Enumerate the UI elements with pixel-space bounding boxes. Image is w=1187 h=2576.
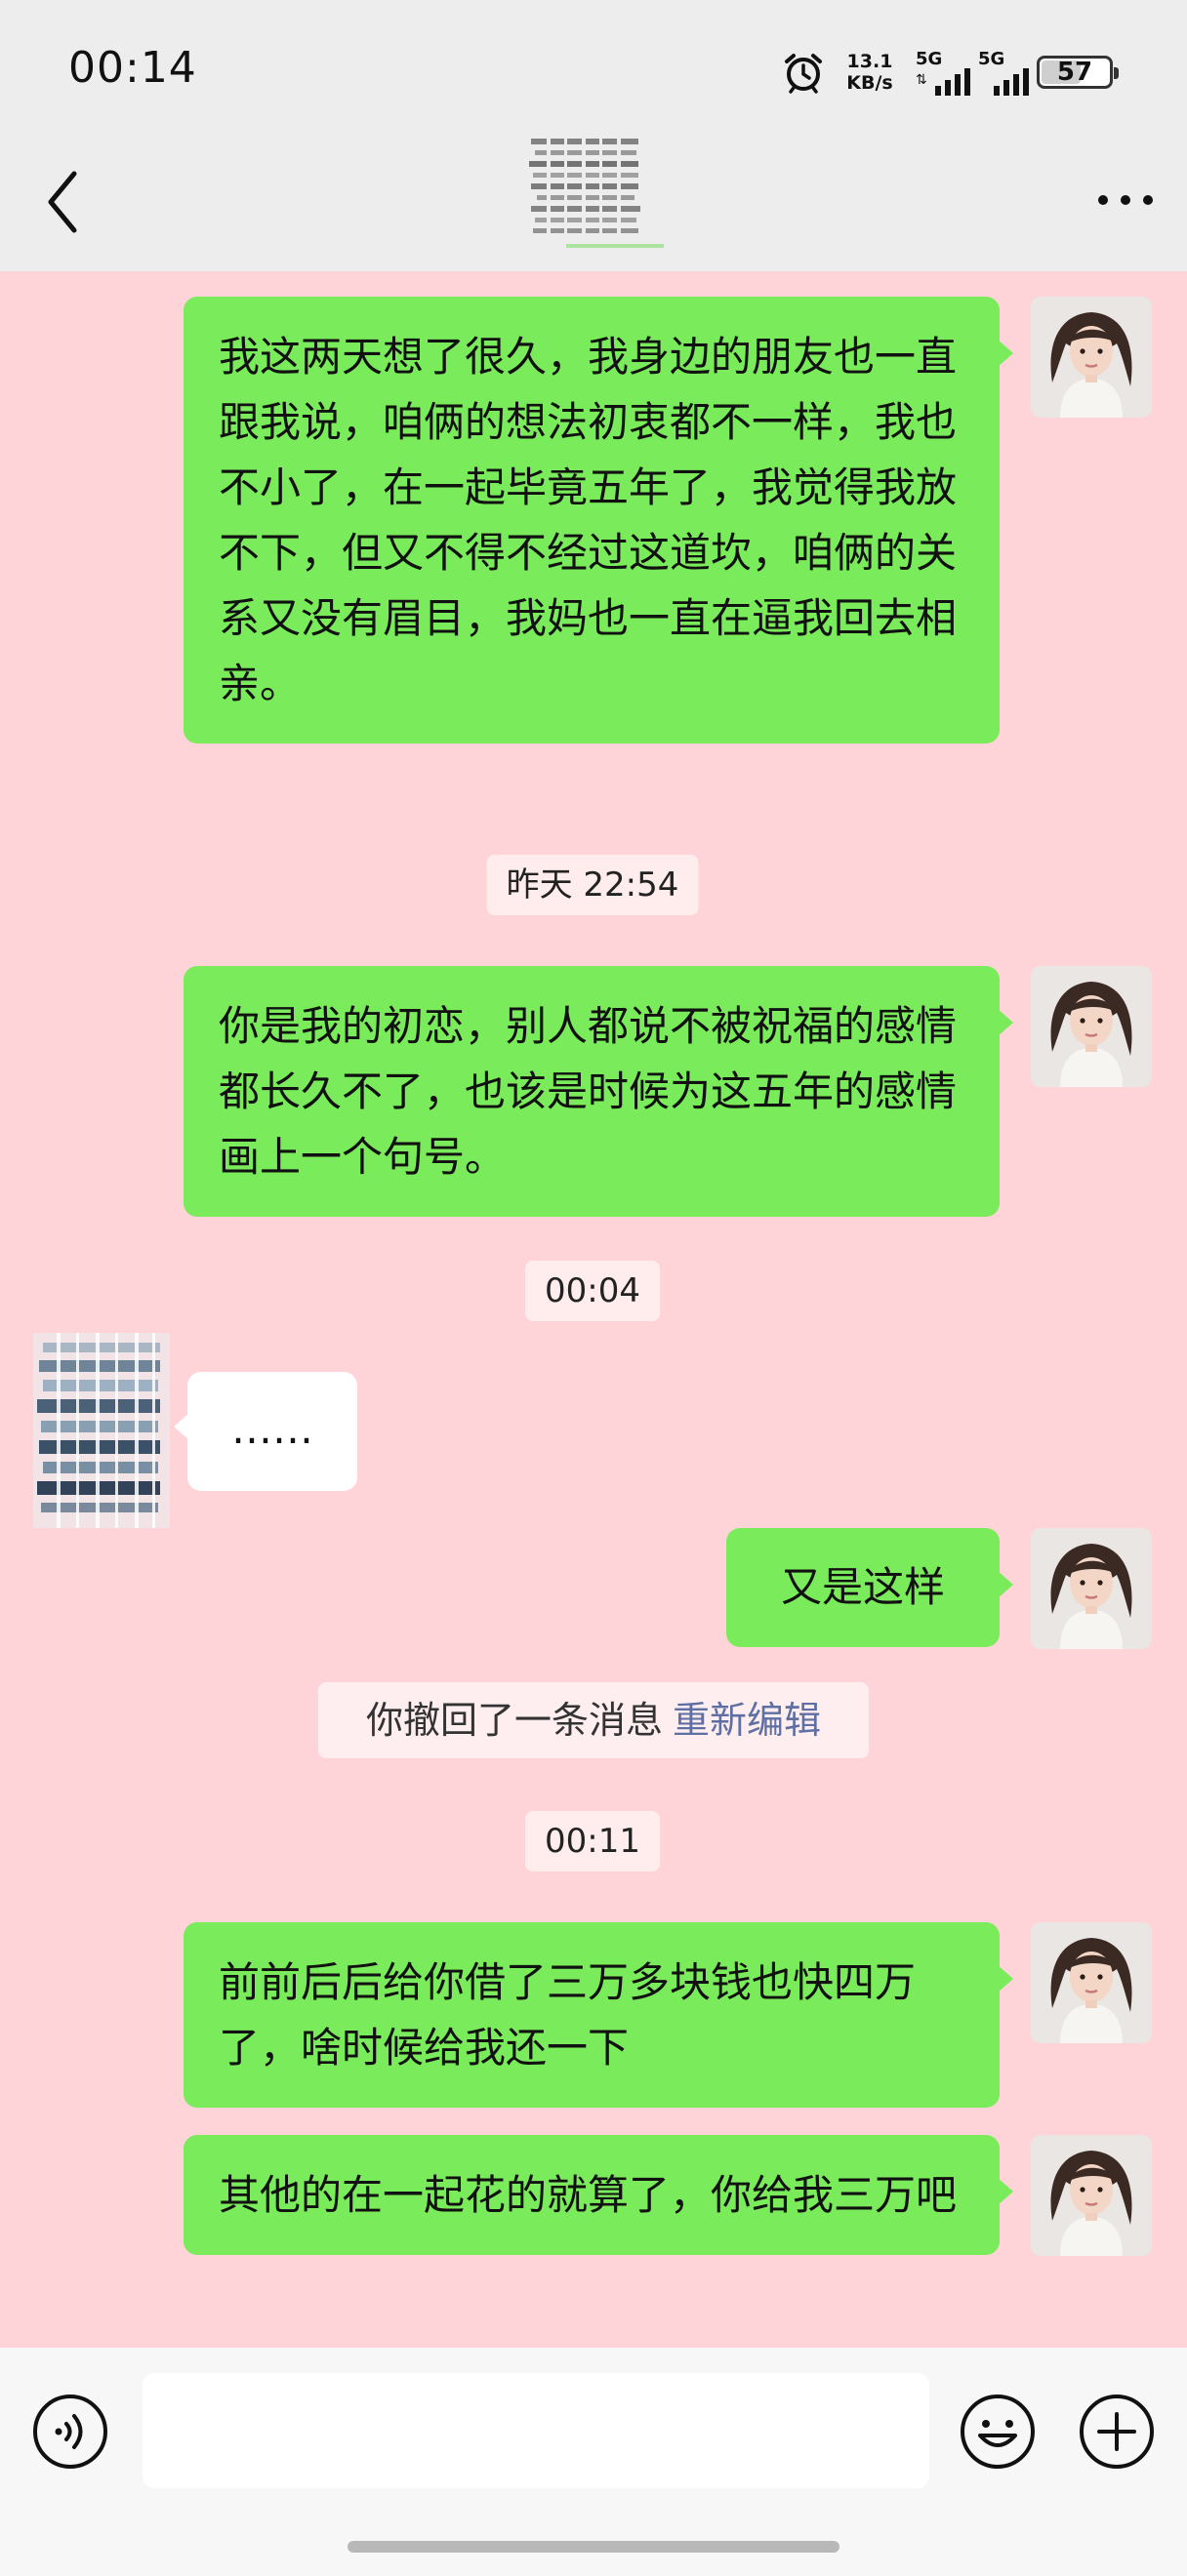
emoji-icon[interactable] (959, 2393, 1037, 2471)
avatar-redacted[interactable] (33, 1333, 170, 1528)
status-time: 00:14 (68, 43, 197, 93)
data-arrows-icon: ⇅ (916, 72, 927, 88)
avatar[interactable] (1031, 1922, 1152, 2043)
avatar[interactable] (1031, 297, 1152, 418)
alarm-clock-icon (785, 54, 822, 94)
timestamp: 00:04 (525, 1261, 660, 1321)
more-dots-icon[interactable] (1091, 181, 1160, 220)
status-icons: 13.1 KB/s 5G ⇅ 5G 57 (699, 0, 1187, 146)
recall-notice: 你撤回了一条消息 重新编辑 (318, 1682, 869, 1758)
battery-tip (1114, 67, 1119, 79)
message-bubble-self[interactable]: 其他的在一起花的就算了，你给我三万吧 (184, 2135, 1013, 2255)
message-bubble-self[interactable]: 又是这样 (726, 1528, 1013, 1647)
top-bar: 00:14 13.1 KB/s 5G ⇅ 5G 57 (0, 0, 1187, 271)
battery-icon: 57 (1037, 56, 1119, 89)
timestamp: 00:11 (525, 1811, 660, 1872)
recall-text: 你撤回了一条消息 (365, 1699, 663, 1742)
battery-level: 57 (1056, 58, 1093, 87)
signal-bars-icon (994, 68, 1029, 96)
voice-icon[interactable] (31, 2393, 109, 2471)
home-indicator[interactable] (348, 2541, 839, 2553)
contact-name-redacted (529, 135, 664, 248)
network-speed: 13.1 KB/s (836, 51, 904, 94)
chevron-left-icon[interactable] (43, 168, 82, 236)
avatar[interactable] (1031, 1528, 1152, 1649)
avatar[interactable] (1031, 2135, 1152, 2256)
re-edit-link[interactable]: 重新编辑 (673, 1699, 821, 1742)
network-speed-unit: KB/s (846, 72, 893, 94)
signal-bars-icon (935, 68, 970, 96)
message-bubble-other[interactable]: …… (174, 1372, 357, 1491)
timestamp: 昨天 22:54 (486, 855, 699, 915)
network-speed-value: 13.1 (846, 51, 893, 72)
message-bubble-self[interactable]: 我这两天想了很久，我身边的朋友也一直跟我说，咱俩的想法初衷都不一样，我也不小了，… (184, 297, 1013, 744)
plus-icon[interactable] (1078, 2393, 1156, 2471)
message-bubble-self[interactable]: 前前后后给你借了三万多块钱也快四万了，啥时候给我还一下 (184, 1922, 1013, 2108)
message-bubble-self[interactable]: 你是我的初恋，别人都说不被祝福的感情都长久不了，也该是时候为这五年的感情画上一个… (184, 966, 1013, 1217)
message-input[interactable] (143, 2373, 929, 2488)
avatar[interactable] (1031, 966, 1152, 1087)
